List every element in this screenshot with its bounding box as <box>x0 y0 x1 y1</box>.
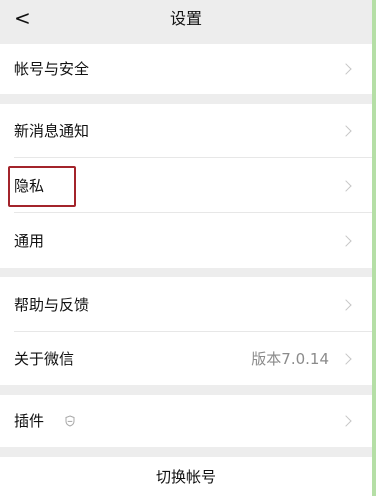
right-edge-strip <box>372 0 376 496</box>
general-row[interactable]: 通用 <box>0 213 372 268</box>
settings-screen: < 设置 帐号与安全 新消息通知 隐私 通用 帮助与反馈 关于微信 版本7.0.… <box>0 0 372 496</box>
chevron-right-icon <box>340 352 352 365</box>
help-feedback-row[interactable]: 帮助与反馈 <box>0 277 372 332</box>
chevron-right-icon <box>340 298 352 311</box>
page-title: 设置 <box>169 9 202 28</box>
plugins-label: 插件 <box>14 412 45 430</box>
privacy-highlight-box <box>8 166 76 207</box>
chevron-right-icon <box>340 125 352 137</box>
account-security-row[interactable]: 帐号与安全 <box>0 44 372 94</box>
new-message-notification-label: 新消息通知 <box>14 122 90 140</box>
chevron-right-icon <box>340 179 352 192</box>
chevron-right-icon <box>340 415 352 427</box>
help-feedback-label: 帮助与反馈 <box>14 295 90 314</box>
chevron-right-icon <box>340 63 352 75</box>
version-value: 版本7.0.14 <box>251 349 329 368</box>
chevron-right-icon <box>340 234 352 247</box>
new-message-notification-row[interactable]: 新消息通知 <box>0 104 372 158</box>
plugins-row[interactable]: 插件 <box>0 395 372 447</box>
switch-account-label: 切换帐号 <box>155 467 216 486</box>
navigation-bar: < 设置 <box>0 0 372 38</box>
account-security-label: 帐号与安全 <box>14 60 90 78</box>
plugin-shield-icon <box>65 415 75 427</box>
switch-account-row[interactable]: 切换帐号 <box>0 457 372 496</box>
about-wechat-label: 关于微信 <box>14 349 75 368</box>
about-wechat-row[interactable]: 关于微信 版本7.0.14 <box>0 332 372 385</box>
general-label: 通用 <box>14 231 45 250</box>
